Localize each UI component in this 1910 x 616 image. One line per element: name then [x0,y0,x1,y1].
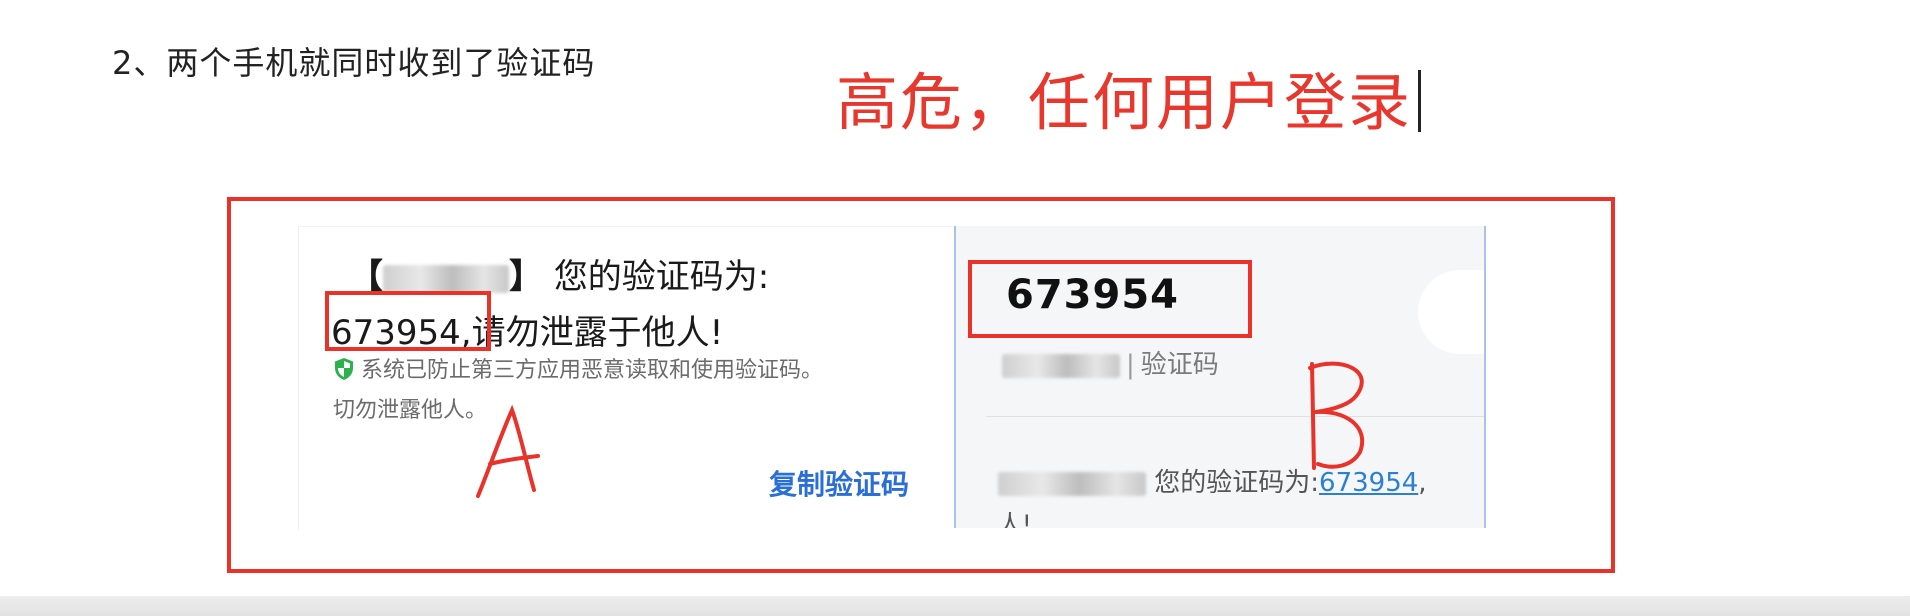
text-caret [1418,70,1422,132]
security-notice-text: 系统已防止第三方应用恶意读取和使用验证码。 [361,358,824,383]
phone-b-message-list: 673954 | 验证码 您的验证码为:673954, 人! [954,226,1486,528]
warning-text: 高危，任何用户登录 [836,66,1413,139]
handwritten-label-b [1300,356,1380,480]
sms-b-message-prefix: 您的验证码为: [1154,468,1320,498]
sms-a-warning-text: 请勿泄露于他人! [471,313,724,353]
message-divider [986,416,1484,417]
code-highlight-box-a [325,291,491,351]
sms-b-message-line2: 人! [998,510,1032,528]
bottom-scroll-bar [0,596,1910,616]
warning-annotation: 高危，任何用户登录 [836,52,1422,142]
sms-a-intro-text: 您的验证码为: [553,257,770,297]
sms-b-message-suffix: , [1418,468,1427,498]
blurred-sender-name [998,471,1146,496]
separator: | [1126,350,1135,380]
sms-b-sender-row: | 验证码 [1002,344,1219,381]
blurred-sender-name [383,264,509,293]
security-notice: 系统已防止第三方应用恶意读取和使用验证码。 切勿泄露他人。 [333,353,823,429]
handwritten-label-a [470,402,550,506]
phone-b-pill-decoration [1418,270,1484,354]
copy-code-button[interactable]: 复制验证码 [769,463,909,503]
security-notice-line1: 系统已防止第三方应用恶意读取和使用验证码。 [333,353,823,393]
bracket-close: 】 [509,257,543,297]
code-highlight-box-b [968,260,1252,338]
blurred-sender-name [1002,353,1120,378]
shield-icon [333,357,355,393]
sms-b-sender-suffix: 验证码 [1140,350,1219,380]
security-notice-line2: 切勿泄露他人。 [333,398,488,423]
step-heading: 2、两个手机就同时收到了验证码 [112,44,596,82]
phone-a-sms-notification: 【】 您的验证码为: 673954,请勿泄露于他人! 系统已防止第三方应用恶意读… [298,226,953,529]
document-page: 2、两个手机就同时收到了验证码 高危，任何用户登录 【】 您的验证码为: 673… [0,0,1910,616]
